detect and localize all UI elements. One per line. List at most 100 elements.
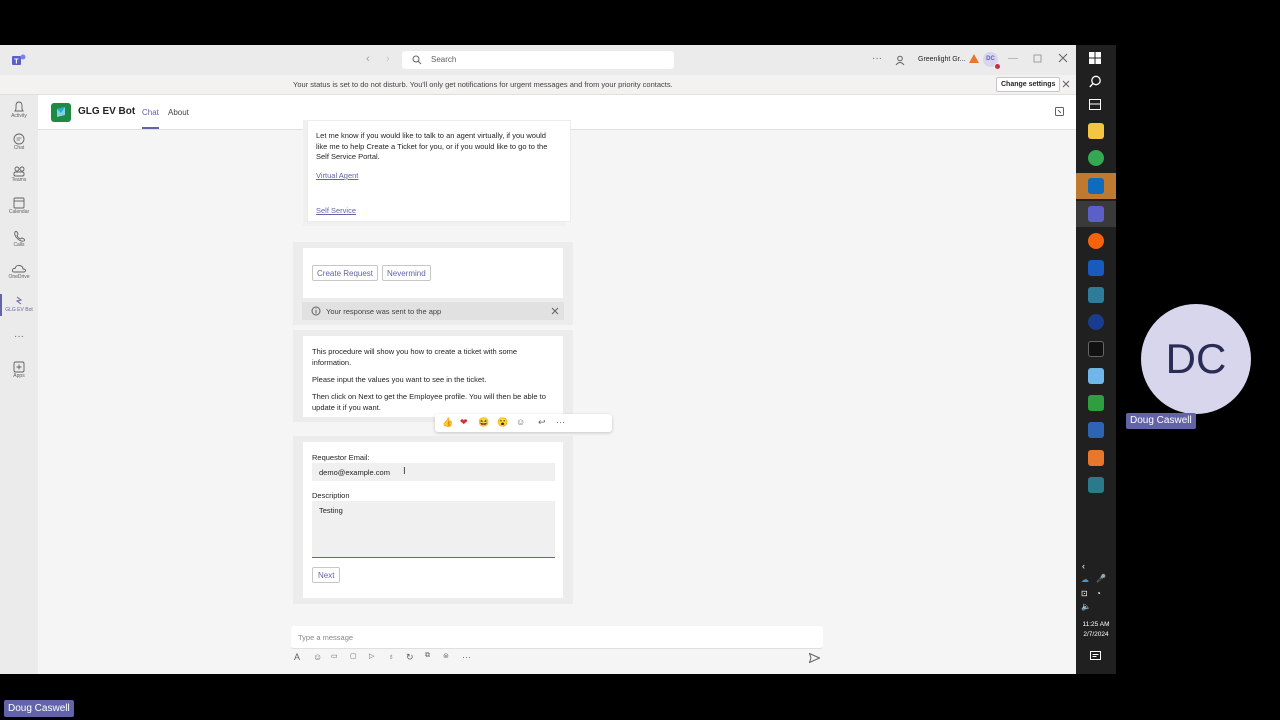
schedule-icon[interactable]: ⊜ <box>443 652 449 660</box>
adaptive-card-actions: Create Request Nevermind <box>302 247 564 299</box>
loop-icon[interactable]: ↻ <box>406 652 414 663</box>
cloud-app-icon[interactable] <box>1088 368 1104 384</box>
mic-icon[interactable]: 🎤 <box>1096 574 1106 583</box>
instruction-p2: Please input the values you want to see … <box>312 375 487 384</box>
meet-now-icon[interactable]: ▷ <box>369 652 374 660</box>
create-request-button[interactable]: Create Request <box>312 265 379 281</box>
forward-arrow-icon[interactable]: › <box>386 53 390 65</box>
app-rail: Activity Chat Teams Calendar Calls OneDr… <box>0 95 38 674</box>
clock-time[interactable]: 11:25 AM <box>1076 621 1116 628</box>
more-compose-icon[interactable]: ··· <box>462 652 471 662</box>
instruction-p3: Then click on Next to get the Employee p… <box>312 392 546 412</box>
rail-item-calendar[interactable]: Calendar <box>0 197 38 216</box>
reply-icon[interactable]: ↩ <box>538 417 546 428</box>
rail-item-apps[interactable]: Apps <box>0 361 38 380</box>
rail-item-onedrive[interactable]: OneDrive <box>0 262 38 281</box>
dismiss-icon[interactable] <box>551 307 559 315</box>
praise-icon[interactable]: ♁ <box>388 652 394 661</box>
terminal-icon[interactable] <box>1088 341 1104 357</box>
description-field[interactable]: Testing <box>312 501 555 558</box>
tab-active-underline <box>142 127 159 129</box>
back-arrow-icon[interactable]: ‹ <box>366 53 370 65</box>
remote-desktop-icon[interactable] <box>1088 287 1104 303</box>
gif-icon[interactable]: ▭ <box>331 652 338 660</box>
self-service-link[interactable]: Self Service <box>316 206 356 215</box>
tab-chat[interactable]: Chat <box>142 108 159 117</box>
surprised-icon[interactable]: 😮 <box>497 417 508 428</box>
network-icon[interactable]: ⊡ <box>1081 589 1088 598</box>
teams-taskbar-icon[interactable] <box>1088 206 1104 222</box>
tab-about[interactable]: About <box>168 108 189 117</box>
close-window-icon[interactable] <box>1058 53 1068 63</box>
org-name[interactable]: Greenlight Gr... <box>918 56 965 63</box>
windows-start-icon[interactable] <box>1089 52 1101 64</box>
sticker-icon[interactable]: ▢ <box>350 652 357 660</box>
rail-label: Calls <box>13 242 25 248</box>
search-icon[interactable] <box>1089 75 1102 88</box>
rail-item-teams[interactable]: Teams <box>0 165 38 184</box>
close-banner-icon[interactable] <box>1062 80 1070 88</box>
rail-item-activity[interactable]: Activity <box>0 101 38 120</box>
virtual-agent-link[interactable]: Virtual Agent <box>316 171 358 180</box>
rail-item-calls[interactable]: Calls <box>0 230 38 249</box>
attach-icon[interactable]: ⧉ <box>425 652 430 660</box>
response-note-text: Your response was sent to the app <box>326 307 442 316</box>
wifi-icon[interactable]: ◔ <box>1096 589 1101 598</box>
chevron-up-icon[interactable]: ‹ <box>1082 561 1085 571</box>
popout-icon[interactable] <box>1055 107 1064 116</box>
change-settings-button[interactable]: Change settings <box>996 77 1061 92</box>
cloud-icon <box>0 262 38 274</box>
format-icon[interactable]: A <box>294 652 300 662</box>
search-input[interactable]: Search <box>402 51 674 69</box>
apps-icon <box>0 361 38 373</box>
next-button[interactable]: Next <box>312 567 341 583</box>
email-label: Requestor Email: <box>312 453 370 462</box>
bell-icon <box>0 101 38 113</box>
info-icon <box>311 306 321 316</box>
more-actions-icon[interactable]: ··· <box>556 417 565 427</box>
rail-label: Calendar <box>8 209 30 215</box>
rail-item-chat[interactable]: Chat <box>0 133 38 152</box>
presenter-name: Doug Caswell <box>4 700 74 717</box>
chrome-icon[interactable] <box>1088 150 1104 166</box>
instruction-p1: This procedure will show you how to crea… <box>312 347 518 367</box>
message-bubble: Requestor Email: demo@example.com I Desc… <box>293 436 573 604</box>
outlook-icon[interactable] <box>1088 178 1104 194</box>
description-label: Description <box>312 491 350 500</box>
windows-taskbar: ‹ ☁ 🎤 ⊡ ◔ 🔈 11:25 AM 2/7/2024 <box>1076 45 1116 674</box>
send-icon[interactable] <box>809 653 820 663</box>
clock-date[interactable]: 2/7/2024 <box>1076 631 1116 638</box>
task-view-icon[interactable] <box>1089 99 1101 110</box>
rail-label: Teams <box>11 177 27 183</box>
like-icon[interactable]: 👍 <box>442 417 453 428</box>
notification-icon[interactable] <box>1090 651 1101 661</box>
word-icon[interactable] <box>1088 260 1104 276</box>
store-icon[interactable] <box>1088 477 1104 493</box>
more-apps-icon[interactable]: ··· <box>0 331 38 342</box>
minimize-icon[interactable]: — <box>1008 53 1018 64</box>
laugh-icon[interactable]: 😆 <box>478 417 489 428</box>
vpn-icon[interactable] <box>1088 314 1104 330</box>
nevermind-button[interactable]: Nevermind <box>382 265 431 281</box>
onedrive-tray-icon[interactable]: ☁ <box>1081 575 1089 584</box>
card-text: Let me know if you would like to talk to… <box>316 131 548 161</box>
volume-icon[interactable]: 🔈 <box>1081 602 1091 611</box>
heart-icon[interactable]: ❤ <box>460 417 468 428</box>
b-app-icon[interactable] <box>1088 450 1104 466</box>
rail-label: OneDrive <box>8 274 30 280</box>
chat-icon <box>0 133 38 145</box>
maximize-icon[interactable] <box>1033 54 1042 63</box>
add-reaction-icon[interactable]: ☺ <box>516 417 525 427</box>
green-app-icon[interactable] <box>1088 395 1104 411</box>
people-icon[interactable] <box>895 55 906 66</box>
sql-icon[interactable] <box>1088 422 1104 438</box>
email-field[interactable]: demo@example.com I <box>312 463 555 481</box>
file-explorer-icon[interactable] <box>1088 123 1104 139</box>
bot-logo-icon <box>51 103 71 122</box>
message-bubble: Let me know if you would like to talk to… <box>303 120 571 226</box>
emoji-icon[interactable]: ☺ <box>313 652 322 662</box>
orange-app-icon[interactable] <box>1088 233 1104 249</box>
rail-item-glg-ev-bot[interactable]: GLG EV Bot <box>0 295 38 314</box>
compose-box[interactable]: Type a message <box>291 626 823 649</box>
more-options-icon[interactable]: ··· <box>872 53 882 64</box>
